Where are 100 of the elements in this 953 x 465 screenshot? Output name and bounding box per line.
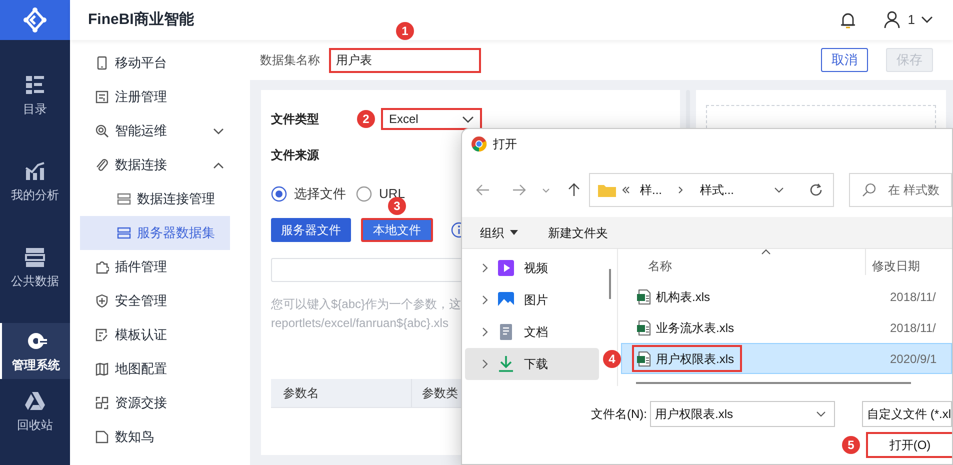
video-icon	[498, 260, 514, 276]
spreadsheet-file-icon	[636, 350, 652, 366]
address-bar[interactable]: 样... 样式...	[589, 173, 834, 207]
navigation-item[interactable]: 下载	[465, 348, 599, 380]
chevron-right-icon	[482, 263, 488, 273]
navigation-item[interactable]: 图片	[465, 284, 599, 316]
cancel-button[interactable]: 取消	[821, 48, 868, 72]
column-header[interactable]: 修改日期	[865, 249, 920, 275]
step-number-badge: 5	[842, 436, 860, 454]
spreadsheet-file-icon	[636, 320, 652, 336]
file-type-dropdown[interactable]: Excel	[381, 108, 482, 130]
dropdown-triangle-icon	[510, 230, 518, 235]
column-header: 参数名	[282, 384, 320, 402]
rail-item[interactable]: 目录	[0, 52, 70, 138]
map-icon	[95, 362, 109, 376]
step-number-badge: 3	[388, 196, 406, 214]
sidebar-item[interactable]: 地图配置	[80, 352, 230, 386]
rail-item[interactable]: 管理系统	[0, 323, 70, 379]
file-name: 机构表.xls	[632, 283, 718, 310]
server-icon	[117, 227, 131, 239]
sidebar-item[interactable]: 模板认证	[80, 318, 230, 352]
phone-icon	[95, 56, 109, 70]
bell-icon	[840, 11, 856, 29]
rail-item[interactable]: 我的分析	[0, 138, 70, 224]
help-text: reportlets/excel/fanruan${abc}.xls	[271, 314, 448, 332]
column-header[interactable]: 名称	[621, 257, 865, 275]
spreadsheet-file-icon	[636, 288, 652, 304]
download-icon	[498, 356, 514, 372]
radio-icon	[356, 186, 372, 202]
navigation-item[interactable]: 文档	[465, 316, 599, 348]
chevron-right-icon	[678, 186, 684, 194]
back-arrow-icon	[476, 184, 490, 196]
field-label: 数据集名称	[260, 52, 320, 69]
chevron-down-icon	[213, 128, 224, 134]
chevron-down-icon	[921, 16, 933, 24]
open-button[interactable]: 打开(O)	[866, 432, 952, 458]
breadcrumb-item[interactable]: 样...	[640, 181, 662, 199]
horizontal-scrollbar[interactable]	[636, 382, 911, 384]
up-arrow-icon	[568, 183, 580, 197]
file-date: 2018/11/	[890, 288, 936, 306]
file-row[interactable]: 用户权限表.xls 2020/9/1	[621, 343, 952, 374]
file-date: 2020/9/1	[890, 350, 937, 368]
squares-icon	[95, 396, 109, 410]
chevron-up-icon	[213, 162, 224, 168]
chevron-down-icon	[774, 187, 784, 193]
logo-icon	[22, 7, 48, 33]
chevron-down-icon	[816, 411, 826, 417]
chevron-right-icon	[482, 327, 488, 337]
new-folder-button[interactable]: 新建文件夹	[548, 224, 608, 242]
sidebar-item[interactable]: 移动平台	[80, 46, 230, 80]
magnifier-icon	[95, 124, 109, 138]
filename-combobox[interactable]: 用户权限表.xls	[650, 401, 835, 427]
file-row[interactable]: 业务流水表.xls 2018/11/	[621, 312, 952, 343]
scrollbar-thumb[interactable]	[608, 269, 610, 299]
radio-option[interactable]: 选择文件	[271, 184, 346, 204]
user-name: 1	[908, 11, 915, 30]
sidebar-item[interactable]: 数知鸟	[80, 420, 230, 454]
sort-caret-icon	[761, 249, 771, 255]
search-field[interactable]: 在 样式数	[849, 173, 952, 207]
help-text: 您可以键入${abc}作为一个参数，这	[271, 296, 462, 312]
navigation-item[interactable]: 视频	[465, 252, 599, 284]
step-number-badge: 2	[357, 110, 375, 128]
sidebar-item[interactable]: 数据连接	[80, 148, 230, 182]
breadcrumb-item[interactable]: 样式...	[700, 181, 734, 199]
file-date: 2018/11/	[890, 320, 936, 336]
drive-icon	[24, 390, 46, 412]
forward-arrow-icon	[512, 184, 526, 196]
sidebar-item[interactable]: 安全管理	[80, 284, 230, 318]
chevron-down-icon	[542, 188, 550, 192]
sidebar-item[interactable]: 智能运维	[80, 114, 230, 148]
puzzle-icon	[95, 260, 109, 274]
sidebar-item[interactable]: 注册管理	[80, 80, 230, 114]
chevron-right-icon	[482, 295, 488, 305]
double-chevron-icon	[622, 186, 630, 194]
input-field[interactable]: 用户表	[329, 48, 481, 72]
sidebar-item[interactable]: 服务器数据集	[80, 216, 230, 250]
file-row[interactable]: 机构表.xls 2018/11/	[621, 281, 952, 312]
field-label: 文件来源	[271, 147, 320, 164]
list-icon	[24, 74, 46, 96]
organize-menu-button[interactable]: 组织	[480, 224, 518, 242]
file-type-filter[interactable]: 自定义文件 (*.xl	[862, 401, 952, 427]
user-icon	[884, 11, 900, 29]
sidebar-item[interactable]: 插件管理	[80, 250, 230, 284]
form-icon	[95, 90, 109, 104]
chevron-right-icon	[482, 359, 488, 369]
radio-checked-icon	[271, 186, 287, 202]
local-file-button[interactable]: 本地文件	[361, 218, 433, 242]
rail-item[interactable]: 公共数据	[0, 224, 70, 310]
document-pen-icon	[95, 328, 109, 342]
image-icon	[498, 292, 514, 308]
server-icon	[117, 193, 131, 205]
rail-item[interactable]: 回收站	[0, 379, 70, 443]
step-number-badge: 4	[603, 350, 621, 368]
sidebar-item[interactable]: 数据连接管理	[80, 182, 230, 216]
search-icon	[862, 183, 876, 197]
sidebar-item[interactable]: 资源交接	[80, 386, 230, 420]
file-name: 业务流水表.xls	[632, 314, 742, 341]
server-file-button[interactable]: 服务器文件	[271, 218, 351, 242]
shield-icon	[95, 294, 109, 308]
chevron-down-icon	[462, 116, 474, 122]
